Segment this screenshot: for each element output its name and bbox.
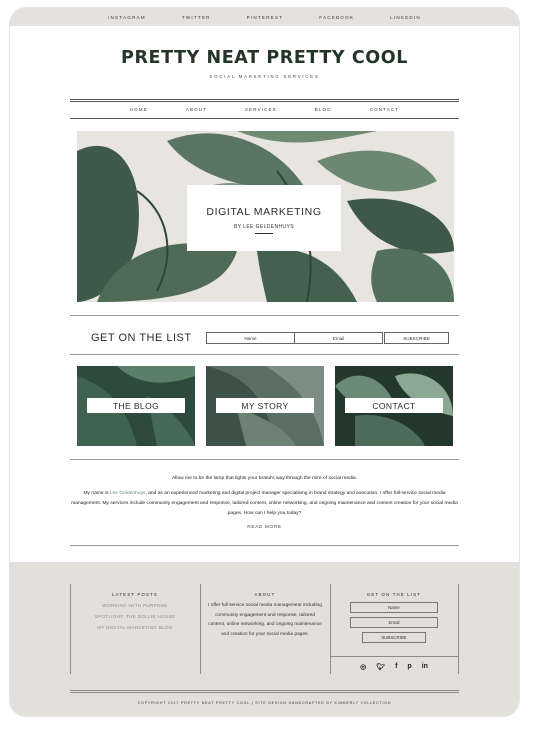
- about-heading: ABOUT: [254, 592, 276, 597]
- footer-name-field[interactable]: Name: [350, 602, 438, 613]
- site-title[interactable]: PRETTY NEAT PRETTY COOL: [10, 48, 519, 68]
- signup-email-field[interactable]: Email: [294, 332, 383, 344]
- hero-banner[interactable]: DIGITAL MARKETING BY LEE GELDENHUYS: [77, 131, 454, 302]
- section-divider: [70, 545, 459, 546]
- signup-label: GET ON THE LIST: [91, 332, 192, 344]
- intro-lead: Allow me to be the lamp that lights your…: [172, 476, 357, 481]
- copyright-text: COPYRIGHT 2017 PRETTY NEAT PRETTY COOL |…: [70, 692, 459, 705]
- latest-post-link[interactable]: MY DIGITAL MARKETING BLOG: [70, 625, 200, 630]
- footer-divider: [200, 584, 201, 674]
- facebook-icon[interactable]: f: [395, 663, 397, 671]
- hero-card[interactable]: DIGITAL MARKETING BY LEE GELDENHUYS: [187, 185, 341, 251]
- tile-contact-label: CONTACT: [345, 398, 443, 413]
- footer-latest-posts: LATEST POSTS WORKING WITH PURPOSE SPOTLI…: [70, 584, 200, 674]
- nav-item-blog[interactable]: BLOG: [315, 107, 332, 112]
- hero-rule: [255, 233, 273, 234]
- read-more-link[interactable]: READ MORE: [10, 525, 519, 530]
- footer-divider: [458, 584, 459, 674]
- tile-blog[interactable]: THE BLOG: [77, 366, 195, 446]
- nav-item-contact[interactable]: CONTACT: [370, 107, 399, 112]
- footer-about: ABOUT I offer full service social media …: [206, 584, 324, 674]
- signup-name-field[interactable]: Name: [206, 332, 295, 344]
- topbar-link-instagram[interactable]: INSTAGRAM: [108, 15, 146, 20]
- about-text: I offer full service social media manage…: [208, 603, 322, 638]
- signup-bar: GET ON THE LIST Name Email SUBSCRIBE: [70, 323, 459, 353]
- topbar-link-facebook[interactable]: FACEBOOK: [319, 15, 354, 20]
- hero-byline: BY LEE GELDENHUYS: [233, 224, 295, 230]
- footer-signup-heading: GET ON THE LIST: [366, 592, 422, 597]
- section-divider: [70, 354, 459, 355]
- latest-post-link[interactable]: SPOTLIGHT: THE DOLLIE HOUSE: [70, 614, 200, 619]
- twitter-icon[interactable]: 🐦︎: [376, 663, 385, 671]
- tile-blog-label: THE BLOG: [87, 398, 185, 413]
- intro-name-link[interactable]: Lee Geldenhuys: [110, 491, 146, 496]
- hero-heading: DIGITAL MARKETING: [206, 206, 322, 218]
- intro-section: Allow me to be the lamp that lights your…: [70, 476, 459, 519]
- section-divider: [70, 315, 459, 316]
- brand-header: PRETTY NEAT PRETTY COOL SOCIAL MARKETING…: [10, 48, 519, 79]
- site-tagline: SOCIAL MARKETING SERVICES: [209, 74, 320, 79]
- copyright-bar: COPYRIGHT 2017 PRETTY NEAT PRETTY COOL |…: [70, 690, 459, 705]
- tile-my-story[interactable]: MY STORY: [206, 366, 324, 446]
- page: INSTAGRAM TWITTER PINTEREST FACEBOOK LIN…: [10, 8, 519, 716]
- latest-post-link[interactable]: WORKING WITH PURPOSE: [70, 603, 200, 608]
- intro-body: My name is Lee Geldenhuys, and as an exp…: [70, 489, 459, 519]
- linkedin-icon[interactable]: in: [422, 663, 428, 671]
- tile-story-label: MY STORY: [216, 398, 314, 413]
- topbar-link-twitter[interactable]: TWITTER: [182, 15, 211, 20]
- tile-contact[interactable]: CONTACT: [335, 366, 453, 446]
- nav-item-home[interactable]: HOME: [130, 107, 148, 112]
- latest-posts-heading: LATEST POSTS: [112, 592, 158, 597]
- footer-email-field[interactable]: Email: [350, 617, 438, 628]
- main-nav: HOME ABOUT SERVICES BLOG CONTACT: [70, 99, 459, 119]
- section-divider: [70, 459, 459, 460]
- footer: LATEST POSTS WORKING WITH PURPOSE SPOTLI…: [10, 562, 519, 716]
- pinterest-icon[interactable]: p: [407, 663, 411, 671]
- intro-body-prefix: My name is: [83, 491, 110, 496]
- topbar-link-pinterest[interactable]: PINTEREST: [247, 15, 284, 20]
- footer-social-icons: ◎ 🐦︎ f p in: [330, 656, 458, 671]
- nav-item-services[interactable]: SERVICES: [245, 107, 277, 112]
- instagram-icon[interactable]: ◎: [360, 663, 366, 671]
- subscribe-button[interactable]: SUBSCRIBE: [384, 332, 449, 344]
- footer-subscribe-button[interactable]: SUBSCRIBE: [362, 632, 426, 643]
- topbar-link-linkedin[interactable]: LINKEDIN: [390, 15, 421, 20]
- social-topbar: INSTAGRAM TWITTER PINTEREST FACEBOOK LIN…: [10, 8, 519, 26]
- nav-item-about[interactable]: ABOUT: [186, 107, 207, 112]
